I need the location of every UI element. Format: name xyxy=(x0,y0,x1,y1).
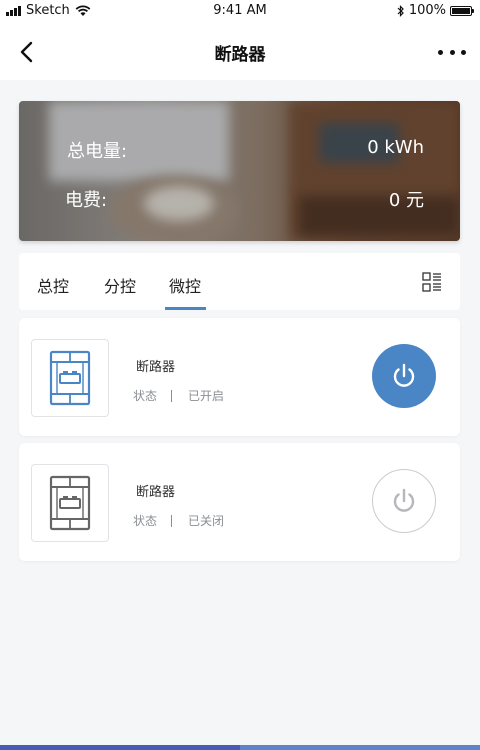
energy-value: 0 kWh xyxy=(367,137,424,158)
layout-toggle-button[interactable] xyxy=(422,272,442,292)
device-name: 断路器 xyxy=(136,360,176,375)
device-status: 状态 已关闭 xyxy=(133,512,224,529)
breaker-icon xyxy=(49,350,91,406)
fee-value: 0 元 xyxy=(388,190,424,211)
breaker-icon xyxy=(49,475,91,531)
status-divider xyxy=(171,389,173,402)
battery-icon xyxy=(450,5,474,16)
banner-overlay xyxy=(19,101,460,241)
power-toggle-button[interactable] xyxy=(372,469,436,533)
status-label: 状态 xyxy=(133,514,158,528)
energy-label: 总电量: xyxy=(67,141,128,162)
bottom-edge-bar xyxy=(0,745,480,750)
battery-percent: 100% xyxy=(408,3,446,18)
power-toggle-button[interactable] xyxy=(372,344,436,408)
status-value: 已关闭 xyxy=(188,514,225,528)
battery-fill xyxy=(452,7,470,14)
list-grid-icon xyxy=(422,272,441,292)
device-card[interactable]: 断路器 状态 已开启 xyxy=(19,318,460,436)
power-icon xyxy=(393,363,415,387)
device-thumbnail xyxy=(31,464,109,542)
device-status: 状态 已开启 xyxy=(133,387,224,404)
status-label: 状态 xyxy=(133,389,158,403)
power-icon xyxy=(393,488,415,512)
tab-master-control[interactable]: 总控 xyxy=(37,273,69,297)
nav-bar: 断路器 xyxy=(0,22,480,80)
status-bar: Sketch 9:41 AM 100% xyxy=(0,0,480,22)
bluetooth-icon xyxy=(397,4,404,17)
status-value: 已开启 xyxy=(188,389,225,403)
device-card[interactable]: 断路器 状态 已关闭 xyxy=(19,443,460,561)
status-right: 100% xyxy=(397,3,474,18)
more-dots-icon xyxy=(438,49,466,55)
tab-sub-control[interactable]: 分控 xyxy=(104,273,136,297)
tab-micro-control[interactable]: 微控 xyxy=(169,273,201,297)
tabs-card: 总控 分控 微控 xyxy=(19,253,460,310)
fee-label: 电费: xyxy=(65,190,108,211)
status-divider xyxy=(171,514,173,527)
page-title: 断路器 xyxy=(214,45,266,65)
device-name: 断路器 xyxy=(136,485,176,500)
active-tab-indicator xyxy=(165,307,206,310)
device-thumbnail xyxy=(31,339,109,417)
more-button[interactable] xyxy=(438,40,466,64)
energy-summary-banner: 总电量: 0 kWh 电费: 0 元 xyxy=(19,101,460,241)
